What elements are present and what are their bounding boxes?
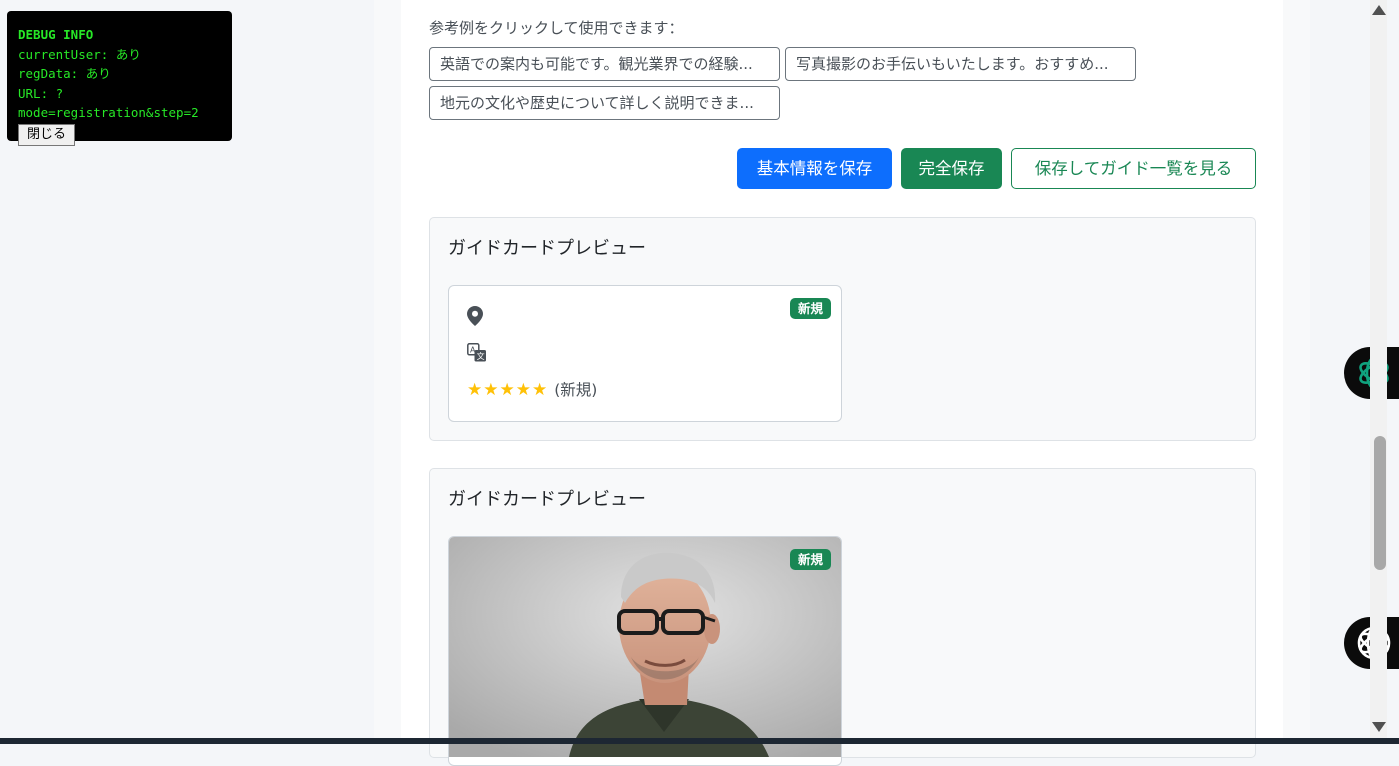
scroll-up-arrow[interactable] [1372, 5, 1386, 15]
save-basic-info-button[interactable]: 基本情報を保存 [737, 148, 892, 189]
guide-card[interactable]: 新規 A 文 ★★★★★ (新規) [448, 285, 842, 422]
example-chip[interactable]: 写真撮影のお手伝いもいたします。おすすめ... [785, 47, 1136, 81]
taskbar-edge [0, 738, 1399, 744]
debug-url: URL: ?mode=registration&step=2 [18, 85, 199, 121]
debug-reg-data: regData: あり [18, 66, 111, 81]
debug-current-user: currentUser: あり [18, 46, 141, 62]
map-marker-icon [467, 306, 483, 330]
svg-text:文: 文 [477, 351, 485, 361]
full-save-button[interactable]: 完全保存 [901, 148, 1002, 189]
scrollbar-track[interactable] [1370, 0, 1387, 744]
guide-photo [449, 537, 841, 757]
guide-card-preview-section: ガイドカードプレビュー 新規 [429, 468, 1256, 766]
debug-close-button[interactable]: 閉じる [18, 123, 76, 146]
examples-label: 参考例をクリックして使用できます： [429, 19, 684, 37]
rating-row: ★★★★★ (新規) [467, 378, 597, 400]
guide-card-preview-section: ガイドカードプレビュー 新規 A 文 ★★★★★ (新規) [429, 217, 1256, 441]
new-badge: 新規 [789, 549, 831, 570]
preview-title: ガイドカードプレビュー [448, 238, 646, 259]
translate-icon: A 文 [467, 343, 487, 366]
example-chip[interactable]: 英語での案内も可能です。観光業界での経験... [429, 47, 780, 81]
debug-panel: DEBUG INFO currentUser: あり regData: あり U… [7, 11, 232, 146]
debug-title: DEBUG INFO [18, 27, 94, 42]
star-rating: ★★★★★ [467, 380, 549, 400]
save-and-view-guides-button[interactable]: 保存してガイド一覧を見る [1011, 148, 1256, 189]
rating-text: (新規) [554, 381, 598, 399]
guide-card[interactable]: 新規 [448, 536, 842, 766]
scrollbar-thumb[interactable] [1374, 436, 1386, 570]
example-chip[interactable]: 地元の文化や歴史について詳しく説明できま... [429, 86, 780, 120]
preview-title: ガイドカードプレビュー [448, 489, 646, 510]
scroll-down-arrow[interactable] [1372, 722, 1386, 732]
new-badge: 新規 [789, 298, 831, 319]
